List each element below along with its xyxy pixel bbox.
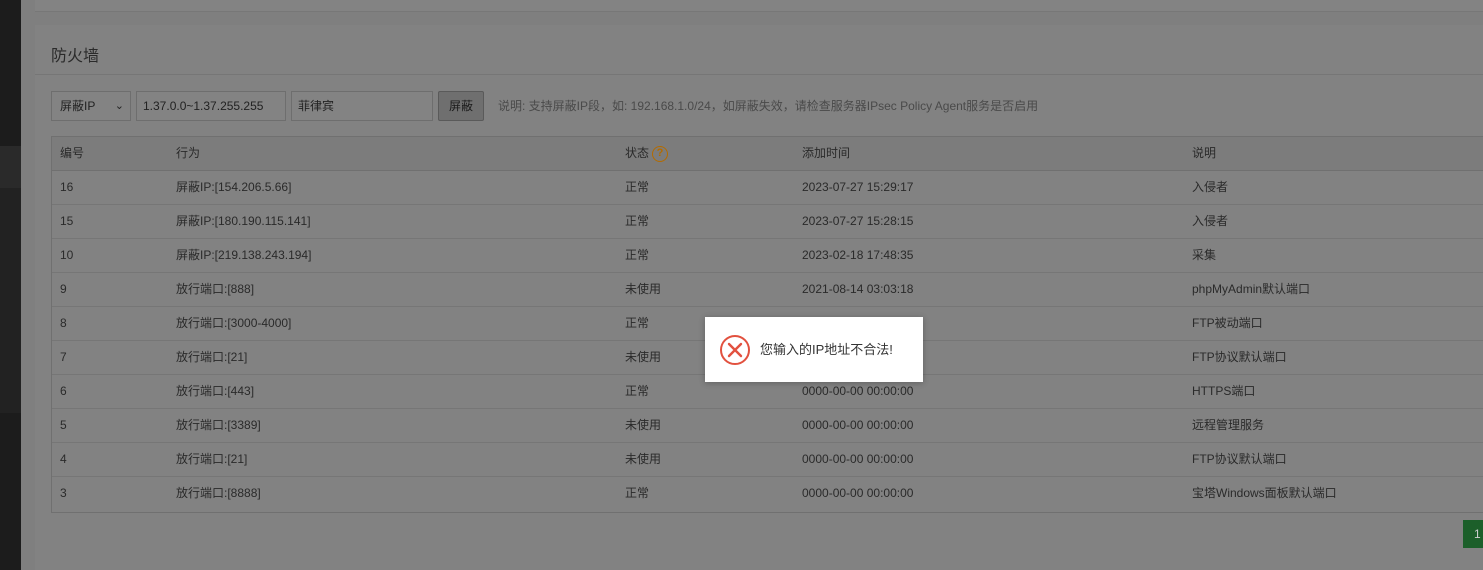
table-row: 4 放行端口:[21] 未使用 0000-00-00 00:00:00 FTP协议默认端… [52, 443, 1483, 477]
cell-action: 放行端口:[8888] [176, 486, 261, 500]
previous-panel [35, 0, 1483, 12]
error-icon [720, 335, 750, 365]
cell-status: 正常 [625, 180, 650, 194]
cell-status: 未使用 [625, 350, 662, 364]
cell-status: 正常 [625, 316, 650, 330]
cell-desc: 入侵者 [1192, 214, 1229, 228]
cell-status: 正常 [625, 248, 650, 262]
table-row: 5 放行端口:[3389] 未使用 0000-00-00 00:00:00 远程管理服务 [52, 409, 1483, 443]
cell-id: 9 [60, 282, 67, 296]
cell-time: 0000-00-00 00:00:00 [802, 418, 914, 432]
cell-action: 屏蔽IP:[180.190.115.141] [176, 214, 311, 228]
cell-status: 未使用 [625, 418, 662, 432]
table-row: 16 屏蔽IP:[154.206.5.66] 正常 2023-07-27 15:29:… [52, 171, 1483, 205]
cell-id: 10 [60, 248, 74, 262]
cell-id: 4 [60, 452, 67, 466]
cell-status: 未使用 [625, 452, 662, 466]
table-header: 编号 行为 状态? 添加时间 说明 [52, 137, 1483, 171]
cell-id: 15 [60, 214, 74, 228]
cell-action: 放行端口:[21] [176, 350, 248, 364]
cell-id: 8 [60, 316, 67, 330]
pager-page-1[interactable]: 1 [1463, 520, 1483, 548]
help-icon[interactable]: ? [652, 145, 669, 162]
cell-desc: 远程管理服务 [1192, 418, 1265, 432]
header-time: 添加时间 [802, 146, 851, 160]
divider [35, 74, 1483, 75]
header-id: 编号 [60, 146, 85, 160]
cell-time: 2023-07-27 15:29:17 [802, 180, 914, 194]
cell-desc: 采集 [1192, 248, 1217, 262]
header-status-label: 状态 [625, 146, 650, 160]
cell-action: 放行端口:[443] [176, 384, 255, 398]
cell-action: 放行端口:[3000-4000] [176, 316, 292, 330]
ip-input[interactable]: 1.37.0.0~1.37.255.255 [136, 91, 286, 121]
cell-status: 未使用 [625, 282, 662, 296]
table-row: 15 屏蔽IP:[180.190.115.141] 正常 2023-07-27 15:… [52, 205, 1483, 239]
cell-status: 正常 [625, 384, 650, 398]
cell-action: 屏蔽IP:[154.206.5.66] [176, 180, 292, 194]
cell-action: 放行端口:[3389] [176, 418, 261, 432]
cell-time: 2023-02-18 17:48:35 [802, 248, 914, 262]
cell-action: 放行端口:[888] [176, 282, 255, 296]
header-action: 行为 [176, 146, 201, 160]
cell-time: 0000-00-00 00:00:00 [802, 486, 914, 500]
rule-type-select[interactable]: 屏蔽IP ⌄ [51, 91, 131, 121]
cell-time: 2023-07-27 15:28:15 [802, 214, 914, 228]
cell-desc: phpMyAdmin默认端口 [1192, 282, 1311, 296]
toast-message: 您输入的IP地址不合法! [760, 342, 893, 357]
cell-action: 放行端口:[21] [176, 452, 248, 466]
header-desc: 说明 [1192, 146, 1217, 160]
cell-desc: FTP协议默认端口 [1192, 452, 1287, 466]
sidebar-active-item[interactable] [0, 146, 21, 188]
cell-status: 正常 [625, 214, 650, 228]
cell-id: 16 [60, 180, 74, 194]
cell-time: 2021-08-14 03:03:18 [802, 282, 914, 296]
note-input[interactable]: 菲律宾 [291, 91, 433, 121]
cell-desc: 入侵者 [1192, 180, 1229, 194]
sidebar-nav [0, 188, 21, 413]
hint-text: 说明: 支持屏蔽IP段，如: 192.168.1.0/24，如屏蔽失效，请检查服… [498, 99, 1039, 113]
cell-desc: FTP被动端口 [1192, 316, 1263, 330]
cell-id: 5 [60, 418, 67, 432]
firewall-panel: 防火墙 屏蔽IP ⌄ 1.37.0.0~1.37.255.255 菲律宾 屏蔽 … [35, 25, 1483, 570]
cell-time: 0000-00-00 00:00:00 [802, 452, 914, 466]
cell-id: 3 [60, 486, 67, 500]
rule-type-value: 屏蔽IP [60, 99, 96, 113]
panel-title: 防火墙 [51, 48, 100, 65]
sidebar [0, 0, 21, 570]
cell-id: 7 [60, 350, 67, 364]
table-row: 9 放行端口:[888] 未使用 2021-08-14 03:03:18 phpMyAd… [52, 273, 1483, 307]
error-toast: 您输入的IP地址不合法! [705, 317, 923, 382]
cell-id: 6 [60, 384, 67, 398]
chevron-down-icon: ⌄ [114, 100, 124, 112]
table-row: 3 放行端口:[8888] 正常 0000-00-00 00:00:00 宝塔Windo… [52, 477, 1483, 511]
cell-status: 正常 [625, 486, 650, 500]
main-content: 防火墙 屏蔽IP ⌄ 1.37.0.0~1.37.255.255 菲律宾 屏蔽 … [21, 0, 1483, 570]
header-status: 状态? [625, 137, 669, 170]
cell-desc: 宝塔Windows面板默认端口 [1192, 486, 1337, 500]
block-button[interactable]: 屏蔽 [438, 91, 484, 121]
table-row: 10 屏蔽IP:[219.138.243.194] 正常 2023-02-18 17:… [52, 239, 1483, 273]
cell-action: 屏蔽IP:[219.138.243.194] [176, 248, 312, 262]
cell-desc: HTTPS端口 [1192, 384, 1256, 398]
cell-desc: FTP协议默认端口 [1192, 350, 1287, 364]
